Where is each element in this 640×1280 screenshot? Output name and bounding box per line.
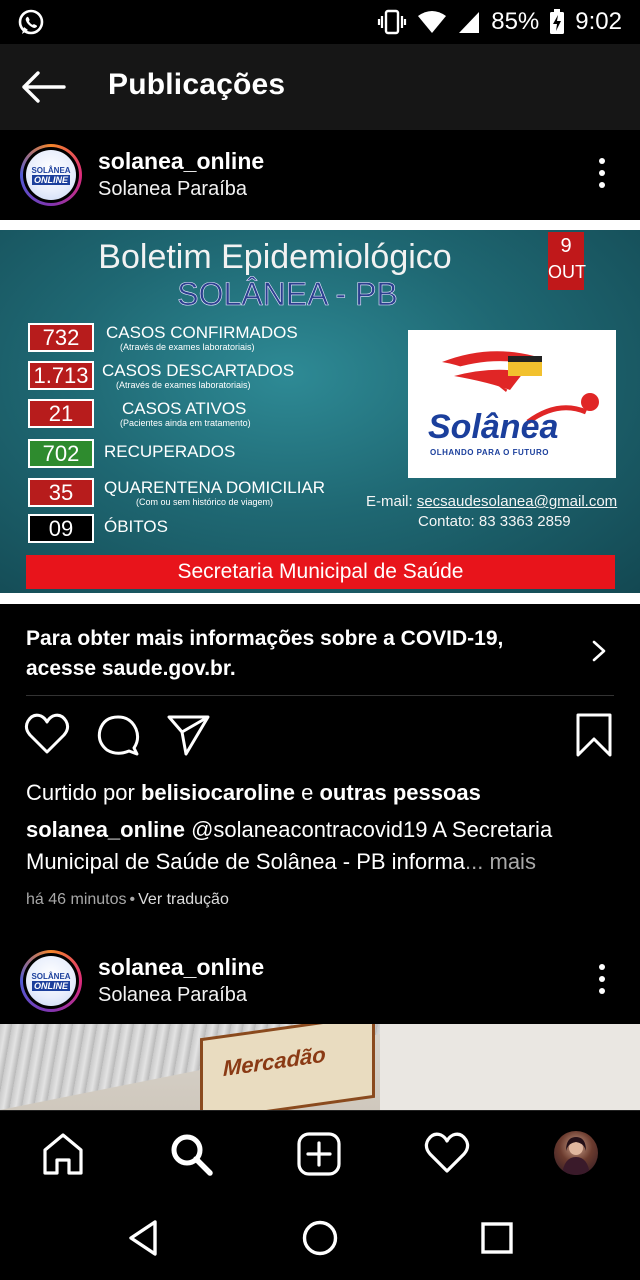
post-username[interactable]: solanea_online [98, 954, 264, 981]
home-circle-icon[interactable] [300, 1218, 340, 1258]
divider [26, 695, 614, 696]
stat-value: 1.713 [28, 361, 94, 390]
stat-label: QUARENTENA DOMICILIAR [104, 478, 326, 497]
system-navigation [0, 1196, 640, 1280]
activity-heart-icon[interactable] [424, 1131, 470, 1177]
save-bookmark-icon[interactable] [574, 712, 614, 758]
stat-note: (Através de exames laboratoriais) [120, 342, 255, 352]
stat-label: CASOS ATIVOS [122, 399, 247, 418]
stat-label: ÓBITOS [104, 517, 168, 536]
post-username[interactable]: solanea_online [98, 148, 264, 175]
stat-value: 21 [28, 399, 94, 428]
bulletin-graphic: Boletim Epidemiológico SOLÂNEA - PB 9 OU… [0, 230, 640, 593]
stat-discarded: 1.713 CASOS DESCARTADOS (Através de exame… [28, 361, 294, 391]
clock: 9:02 [575, 8, 622, 35]
post-image[interactable]: Boletim Epidemiológico SOLÂNEA - PB 9 OU… [0, 220, 640, 604]
wall-photo-area [380, 1024, 640, 1110]
stat-deaths: 09 ÓBITOS [28, 514, 168, 543]
post-meta: há 46 minutos • Ver tradução [26, 891, 229, 908]
more-options-icon[interactable] [598, 964, 606, 998]
stat-label: RECUPERADOS [104, 442, 236, 461]
stat-value: 35 [28, 478, 94, 507]
vibrate-icon [378, 9, 407, 35]
likes-summary[interactable]: Curtido por belisiocaroline e outras pes… [26, 780, 481, 806]
bottom-navigation [0, 1110, 640, 1196]
post-header: SOLÂNEA ONLINE solanea_online Solanea Pa… [0, 130, 640, 220]
wifi-icon [418, 11, 447, 33]
share-send-icon[interactable] [166, 712, 212, 758]
back-arrow-icon[interactable] [20, 70, 66, 104]
stat-note: (Pacientes ainda em tratamento) [120, 418, 251, 428]
stat-confirmed: 732 CASOS CONFIRMADOS (Através de exames … [28, 323, 298, 353]
bulletin-subtitle: SOLÂNEA - PB [177, 276, 398, 313]
solanea-city-logo: Solânea OLHANDO PARA O FUTURO [408, 330, 616, 478]
covid-info-banner[interactable]: Para obter mais informações sobre a COVI… [0, 604, 640, 696]
add-post-icon[interactable] [296, 1131, 342, 1177]
search-icon[interactable] [168, 1131, 214, 1177]
post-timestamp: há 46 minutos [26, 891, 127, 908]
like-heart-icon[interactable] [24, 712, 70, 756]
logo-wordmark: Solânea [428, 408, 559, 446]
phone-contact: Contato: 83 3363 2859 [418, 513, 571, 530]
stat-value: 732 [28, 323, 94, 352]
email-label: E-mail: [366, 493, 413, 510]
bulletin-title: Boletim Epidemiológico [98, 238, 452, 276]
battery-charging-icon [550, 9, 565, 34]
whatsapp-icon [18, 9, 44, 35]
bulletin-contact: E-mail: secsaudesolanea@gmail.com Contat… [366, 492, 617, 532]
logo-slogan: OLHANDO PARA O FUTURO [430, 448, 549, 457]
chevron-right-icon [592, 640, 606, 662]
stat-label: CASOS CONFIRMADOS [106, 323, 298, 342]
stat-value: 702 [28, 439, 94, 468]
post-location[interactable]: Solanea Paraíba [98, 178, 247, 201]
app-bar: Publicações [0, 44, 640, 130]
recents-square-icon[interactable] [478, 1218, 516, 1258]
profile-photo [562, 1137, 590, 1175]
stat-recovered: 702 RECUPERADOS [28, 439, 235, 468]
avatar[interactable]: SOLÂNEA ONLINE [20, 144, 82, 206]
liker-username[interactable]: belisiocaroline [141, 780, 295, 805]
home-icon[interactable] [40, 1131, 86, 1177]
others-link[interactable]: outras pessoas [319, 780, 480, 805]
stat-note: (Através de exames laboratoriais) [116, 380, 251, 390]
avatar[interactable]: SOLÂNEA ONLINE [20, 950, 82, 1012]
solanea-online-logo: SOLÂNEA ONLINE [26, 956, 76, 1006]
see-translation-link[interactable]: Ver tradução [138, 891, 229, 908]
signal-icon [459, 12, 480, 33]
bulletin-date: 9 OUT [548, 232, 586, 290]
profile-avatar[interactable] [554, 1131, 598, 1175]
covid-info-text: Para obter mais informações sobre a COVI… [26, 627, 504, 680]
bulletin-footer: Secretaria Municipal de Saúde [26, 555, 615, 589]
status-bar: 85% 9:02 [0, 0, 640, 44]
back-triangle-icon[interactable] [126, 1218, 160, 1258]
post-header: SOLÂNEA ONLINE solanea_online Solanea Pa… [0, 936, 640, 1026]
stat-note: (Com ou sem histórico de viagem) [136, 497, 274, 507]
post-caption: solanea_online @solaneacontracovid19 A S… [26, 814, 626, 878]
page-title: Publicações [108, 68, 286, 101]
market-sign: Mercadão [200, 1024, 375, 1110]
more-options-icon[interactable] [598, 158, 606, 192]
comment-icon[interactable] [96, 712, 142, 758]
stat-value: 09 [28, 514, 94, 543]
email-address: secsaudesolanea@gmail.com [416, 493, 618, 510]
caption-more-link[interactable]: ... mais [465, 849, 536, 874]
stat-active: 21 CASOS ATIVOS (Pacientes ainda em trata… [28, 399, 251, 429]
battery-percentage: 85% [491, 8, 540, 35]
post-actions [0, 712, 640, 764]
post-location[interactable]: Solanea Paraíba [98, 984, 247, 1007]
stat-label: CASOS DESCARTADOS [102, 361, 295, 380]
solanea-online-logo: SOLÂNEA ONLINE [26, 150, 76, 200]
stat-quarantine: 35 QUARENTENA DOMICILIAR (Com ou sem hist… [28, 478, 325, 508]
post-image[interactable]: Mercadão [0, 1024, 640, 1110]
caption-username[interactable]: solanea_online [26, 817, 185, 842]
